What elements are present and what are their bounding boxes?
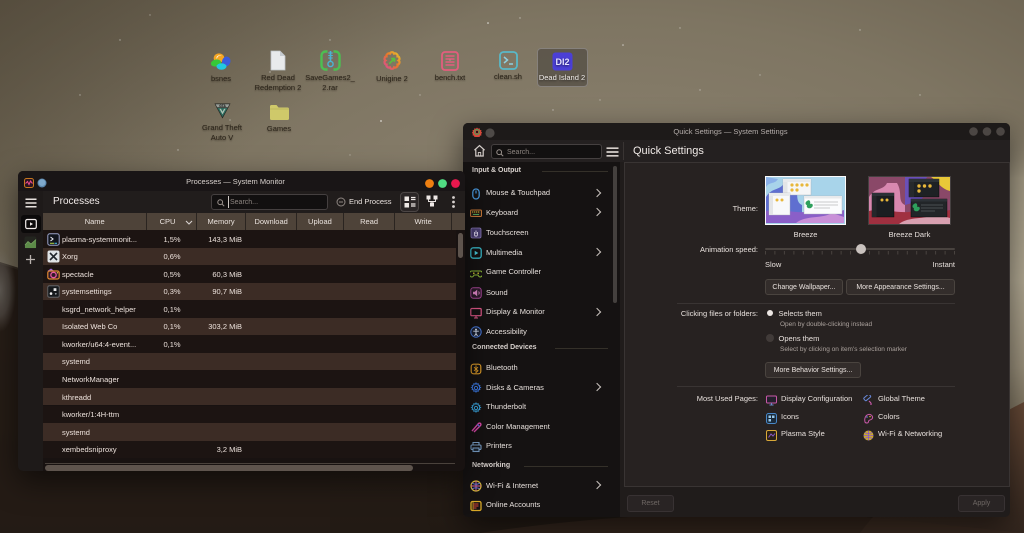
svg-text:DI2: DI2 [555,57,569,67]
svg-text:GTA: GTA [219,104,226,108]
